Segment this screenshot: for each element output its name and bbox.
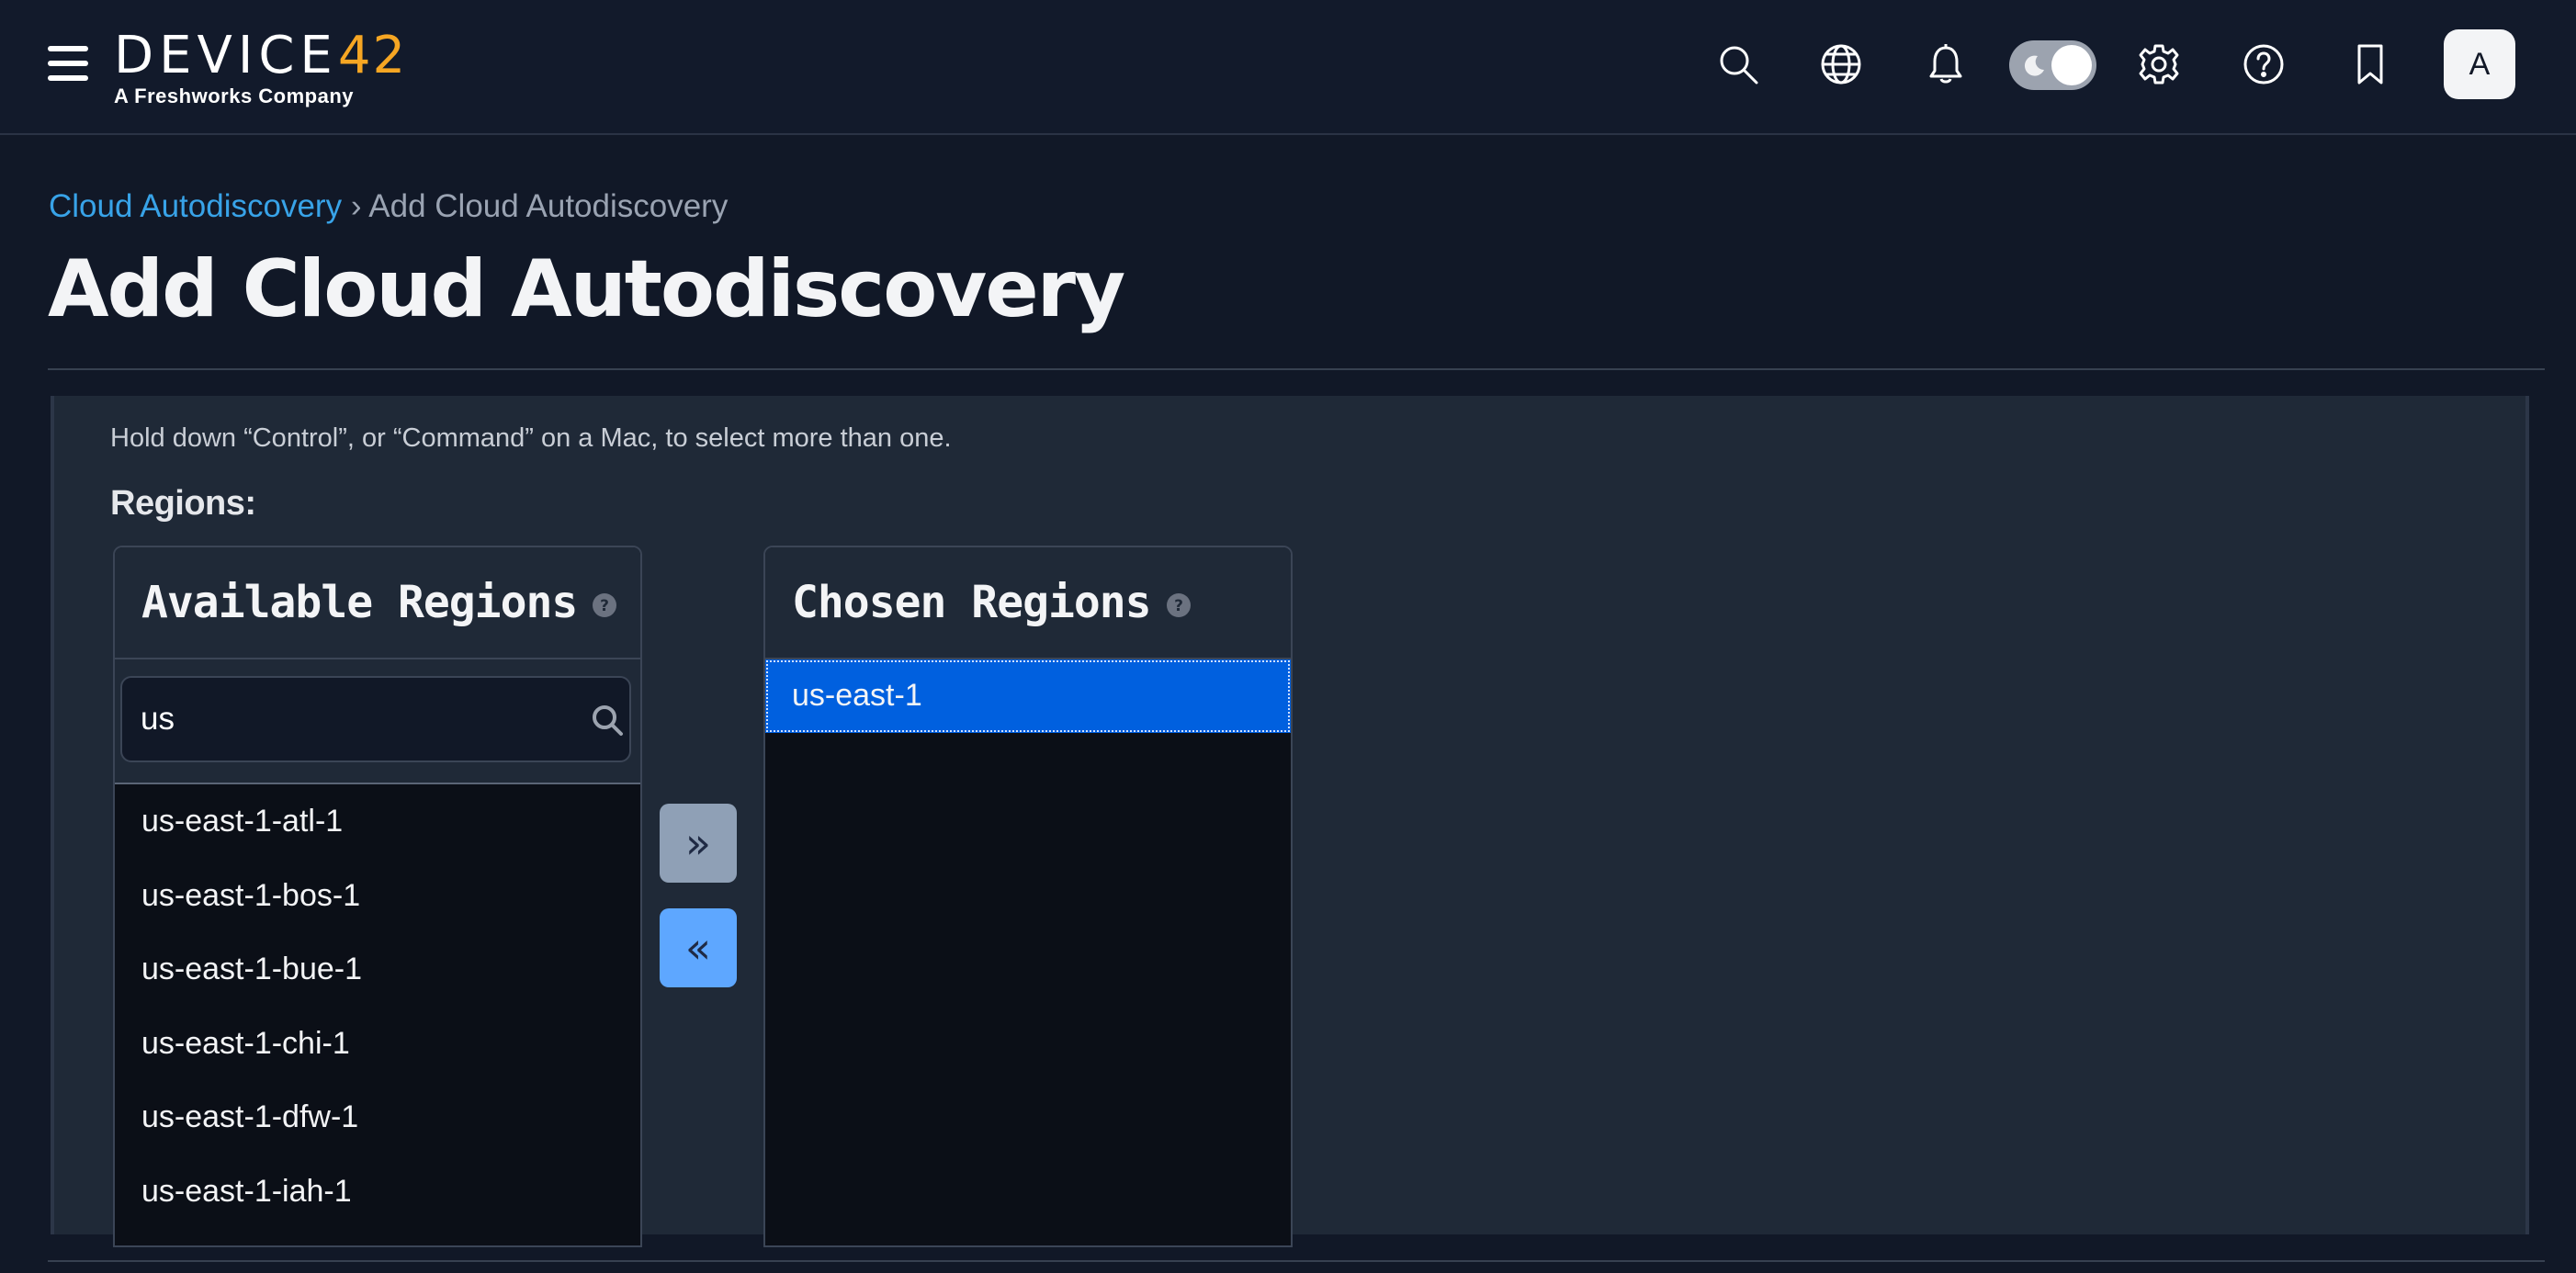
globe-icon[interactable] bbox=[1817, 40, 1865, 88]
region-option[interactable]: us-east-1-iah-1 bbox=[115, 1155, 640, 1229]
regions-label: Regions: bbox=[110, 484, 256, 523]
available-regions-list[interactable]: us-east-1-atl-1 us-east-1-bos-1 us-east-1-… bbox=[115, 784, 640, 1228]
remove-region-button[interactable]: « bbox=[660, 908, 737, 987]
user-avatar[interactable]: A bbox=[2444, 29, 2515, 99]
bell-icon[interactable] bbox=[1922, 40, 1970, 88]
multi-select-help-text: Hold down “Control”, or “Command” on a M… bbox=[110, 423, 952, 453]
breadcrumb-current: Add Cloud Autodiscovery bbox=[368, 188, 729, 224]
chosen-regions-box: Chosen Regions ? us-east-1 bbox=[763, 546, 1293, 1247]
theme-toggle[interactable] bbox=[2009, 40, 2096, 90]
breadcrumb: Cloud Autodiscovery › Add Cloud Autodisc… bbox=[49, 188, 728, 225]
help-icon[interactable]: ? bbox=[1166, 592, 1192, 618]
logo-wordmark: DEVICE42 bbox=[114, 26, 408, 85]
search-icon bbox=[593, 705, 623, 736]
search-icon[interactable] bbox=[1714, 40, 1762, 88]
help-icon[interactable] bbox=[2240, 40, 2288, 88]
region-option[interactable]: us-east-1-dfw-1 bbox=[115, 1080, 640, 1155]
menu-icon[interactable] bbox=[48, 46, 88, 81]
add-region-button[interactable]: » bbox=[660, 804, 737, 883]
top-navigation-bar: DEVICE42 A Freshworks Company A bbox=[0, 0, 2576, 135]
breadcrumb-separator: › bbox=[350, 188, 362, 224]
svg-text:?: ? bbox=[1174, 597, 1183, 615]
available-regions-filter bbox=[115, 659, 640, 784]
form-bottom-divider bbox=[48, 1260, 2545, 1262]
region-option[interactable]: us-east-1-bos-1 bbox=[115, 859, 640, 933]
page-title: Add Cloud Autodiscovery bbox=[48, 243, 1125, 335]
svg-text:?: ? bbox=[600, 597, 609, 615]
chosen-regions-header: Chosen Regions ? bbox=[765, 547, 1291, 659]
bookmark-icon[interactable] bbox=[2346, 40, 2394, 88]
available-regions-header: Available Regions ? bbox=[115, 547, 640, 659]
region-option[interactable]: us-east-1-atl-1 bbox=[115, 784, 640, 859]
help-icon[interactable]: ? bbox=[592, 592, 617, 618]
region-filter-input[interactable] bbox=[120, 676, 631, 762]
available-regions-title: Available Regions bbox=[141, 577, 578, 628]
regions-form-panel: Hold down “Control”, or “Command” on a M… bbox=[51, 396, 2529, 1247]
available-regions-box: Available Regions ? us-east-1-atl-1us-ea… bbox=[113, 546, 642, 1247]
gear-icon[interactable] bbox=[2135, 40, 2183, 88]
toggle-knob bbox=[2051, 45, 2092, 85]
region-option[interactable]: us-east-1-chi-1 bbox=[115, 1007, 640, 1081]
logo-tagline: A Freshworks Company bbox=[114, 84, 355, 107]
device42-logo[interactable]: DEVICE42 A Freshworks Company bbox=[114, 28, 407, 108]
title-divider bbox=[48, 368, 2545, 370]
chosen-regions-title: Chosen Regions bbox=[792, 577, 1152, 628]
breadcrumb-link-cloud-autodiscovery[interactable]: Cloud Autodiscovery bbox=[49, 188, 342, 224]
region-option[interactable]: us-east-1 bbox=[765, 659, 1291, 733]
region-option[interactable]: us-east-1-bue-1 bbox=[115, 932, 640, 1007]
moon-icon bbox=[2024, 55, 2044, 76]
chosen-regions-list[interactable]: us-east-1 bbox=[765, 659, 1291, 733]
